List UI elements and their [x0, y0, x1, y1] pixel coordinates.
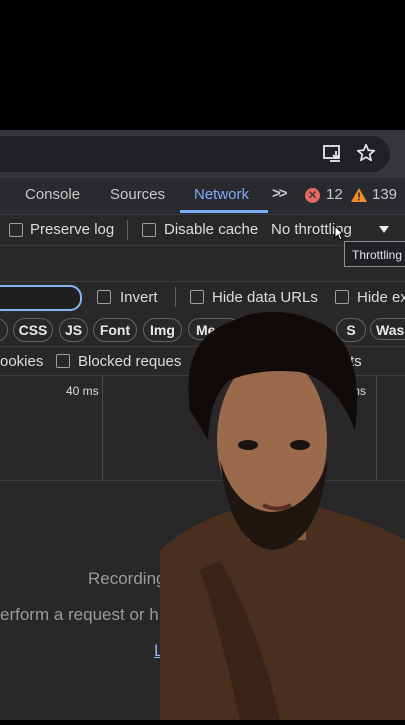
invert-label: Invert: [120, 289, 158, 306]
more-tabs-button[interactable]: >>: [272, 185, 287, 202]
toolbar-divider: [127, 220, 128, 240]
star-icon[interactable]: [355, 142, 377, 169]
disable-cache-checkbox[interactable]: [142, 223, 156, 237]
preserve-log-checkbox[interactable]: [9, 223, 23, 237]
warning-count[interactable]: 139: [372, 186, 397, 203]
blocked-requests-checkbox[interactable]: [56, 354, 70, 368]
error-count[interactable]: 12: [326, 186, 343, 203]
tab-network[interactable]: Network: [194, 186, 249, 203]
disable-cache-label: Disable cache: [164, 221, 259, 238]
mouse-cursor-icon: [334, 224, 345, 246]
invert-checkbox[interactable]: [97, 290, 111, 304]
active-tab-indicator: [180, 210, 268, 213]
download-icon[interactable]: [322, 143, 344, 170]
chip-css[interactable]: CSS: [13, 318, 53, 342]
throttling-tooltip: Throttling: [344, 241, 405, 267]
tab-sources[interactable]: Sources: [110, 186, 165, 203]
preserve-log-label: Preserve log: [30, 221, 115, 238]
filter-input[interactable]: [0, 285, 82, 311]
throttling-dropdown-icon[interactable]: [379, 226, 389, 233]
timeline-gridline: [102, 376, 103, 480]
timeline-label-40ms: 40 ms: [66, 384, 99, 398]
video-top-black-area: [0, 0, 405, 130]
chip-js[interactable]: JS: [59, 318, 88, 342]
tab-console[interactable]: Console: [25, 186, 80, 203]
chip-font[interactable]: Font: [93, 318, 137, 342]
blocked-cookies-label: ookies: [0, 353, 44, 370]
warning-icon: [350, 187, 368, 208]
perform-request-message: erform a request or h: [0, 605, 159, 624]
error-icon: ✕: [305, 188, 320, 203]
presenter-webcam-overlay: [160, 300, 405, 720]
recording-message: Recording: [88, 569, 166, 588]
